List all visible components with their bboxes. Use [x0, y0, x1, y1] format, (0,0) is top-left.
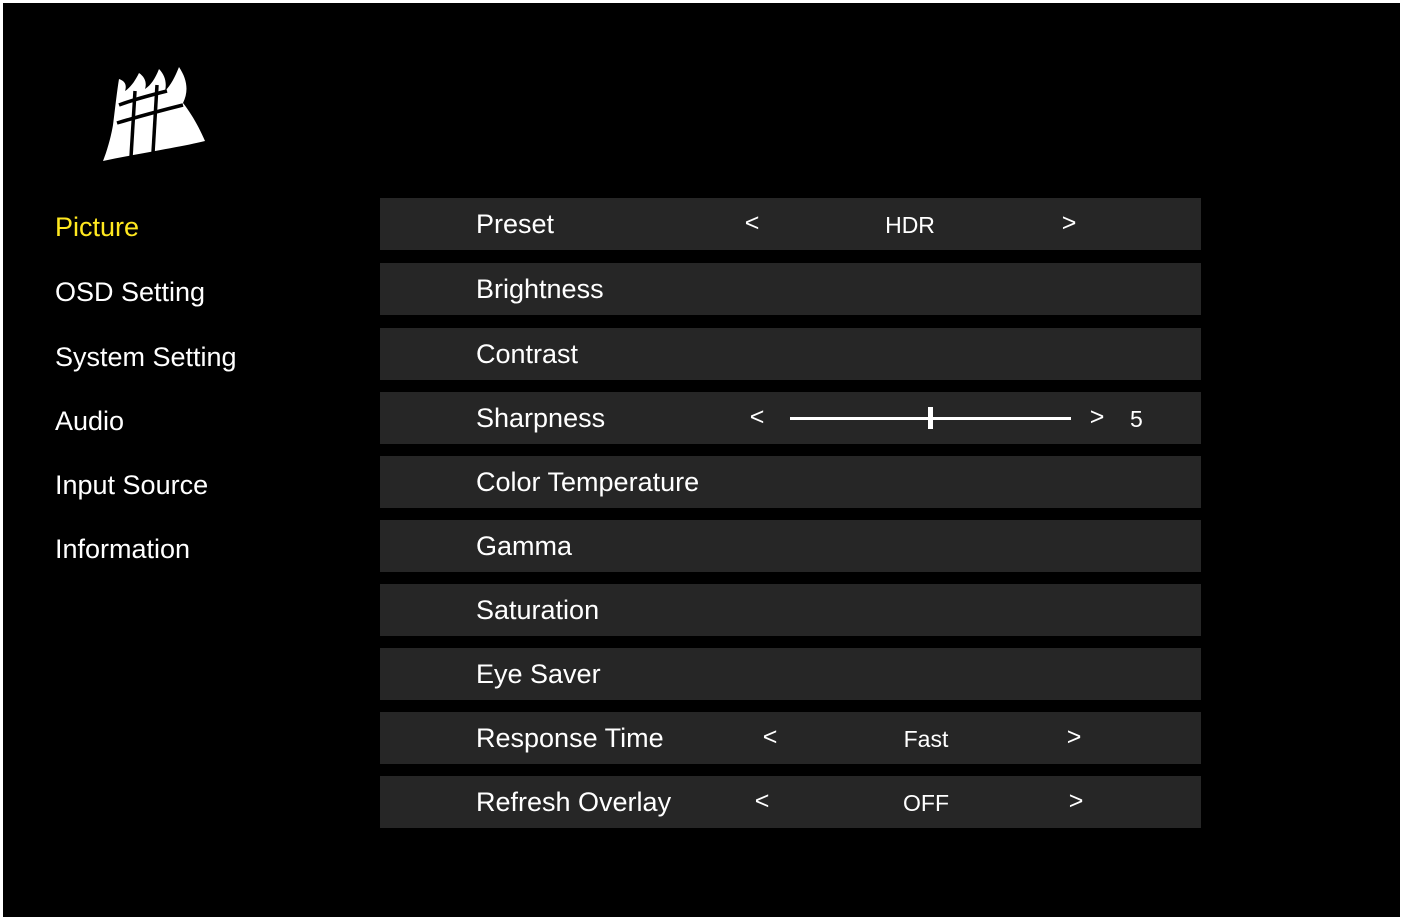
row-refresh-overlay[interactable]: Refresh Overlay < OFF >	[380, 776, 1201, 828]
refresh-overlay-value: OFF	[903, 790, 949, 816]
row-label: Brightness	[476, 274, 604, 304]
next-arrow[interactable]: >	[1057, 198, 1081, 250]
row-response-time[interactable]: Response Time < Fast >	[380, 712, 1201, 764]
prev-arrow[interactable]: <	[745, 392, 769, 444]
side-item-input-source[interactable]: Input Source	[55, 465, 208, 505]
row-sharpness[interactable]: Sharpness < > 5	[380, 392, 1201, 444]
row-label: Preset	[476, 209, 555, 239]
next-arrow[interactable]: >	[1062, 712, 1086, 764]
response-time-value: Fast	[903, 726, 949, 752]
row-eye-saver[interactable]: Eye Saver	[380, 648, 1201, 700]
next-arrow[interactable]: >	[1085, 392, 1109, 444]
row-label: Saturation	[476, 595, 600, 625]
preset-value: HDR	[885, 212, 935, 238]
row-contrast[interactable]: Contrast	[380, 328, 1201, 380]
prev-arrow[interactable]: <	[758, 712, 782, 764]
osd-screen: Picture OSD Setting System Setting Audio…	[3, 3, 1400, 917]
row-label: Refresh Overlay	[476, 787, 672, 817]
row-label: Contrast	[476, 339, 579, 369]
next-arrow[interactable]: >	[1064, 776, 1088, 828]
prev-arrow[interactable]: <	[740, 198, 764, 250]
row-gamma[interactable]: Gamma	[380, 520, 1201, 572]
side-item-picture[interactable]: Picture	[55, 207, 139, 247]
side-item-information[interactable]: Information	[55, 529, 190, 569]
row-preset[interactable]: Preset < HDR >	[380, 198, 1201, 250]
row-label: Sharpness	[476, 403, 606, 433]
row-label: Color Temperature	[476, 467, 700, 497]
row-label: Eye Saver	[476, 659, 601, 689]
row-label: Gamma	[476, 531, 573, 561]
row-brightness[interactable]: Brightness	[380, 263, 1201, 315]
corsair-sails-icon	[103, 67, 205, 161]
sharpness-slider-thumb[interactable]	[928, 407, 933, 429]
row-saturation[interactable]: Saturation	[380, 584, 1201, 636]
row-label: Response Time	[476, 723, 664, 753]
sharpness-value: 5	[1130, 406, 1143, 432]
side-item-audio[interactable]: Audio	[55, 401, 124, 441]
side-item-system-setting[interactable]: System Setting	[55, 337, 237, 377]
prev-arrow[interactable]: <	[750, 776, 774, 828]
row-color-temperature[interactable]: Color Temperature	[380, 456, 1201, 508]
side-item-osd-setting[interactable]: OSD Setting	[55, 272, 205, 312]
